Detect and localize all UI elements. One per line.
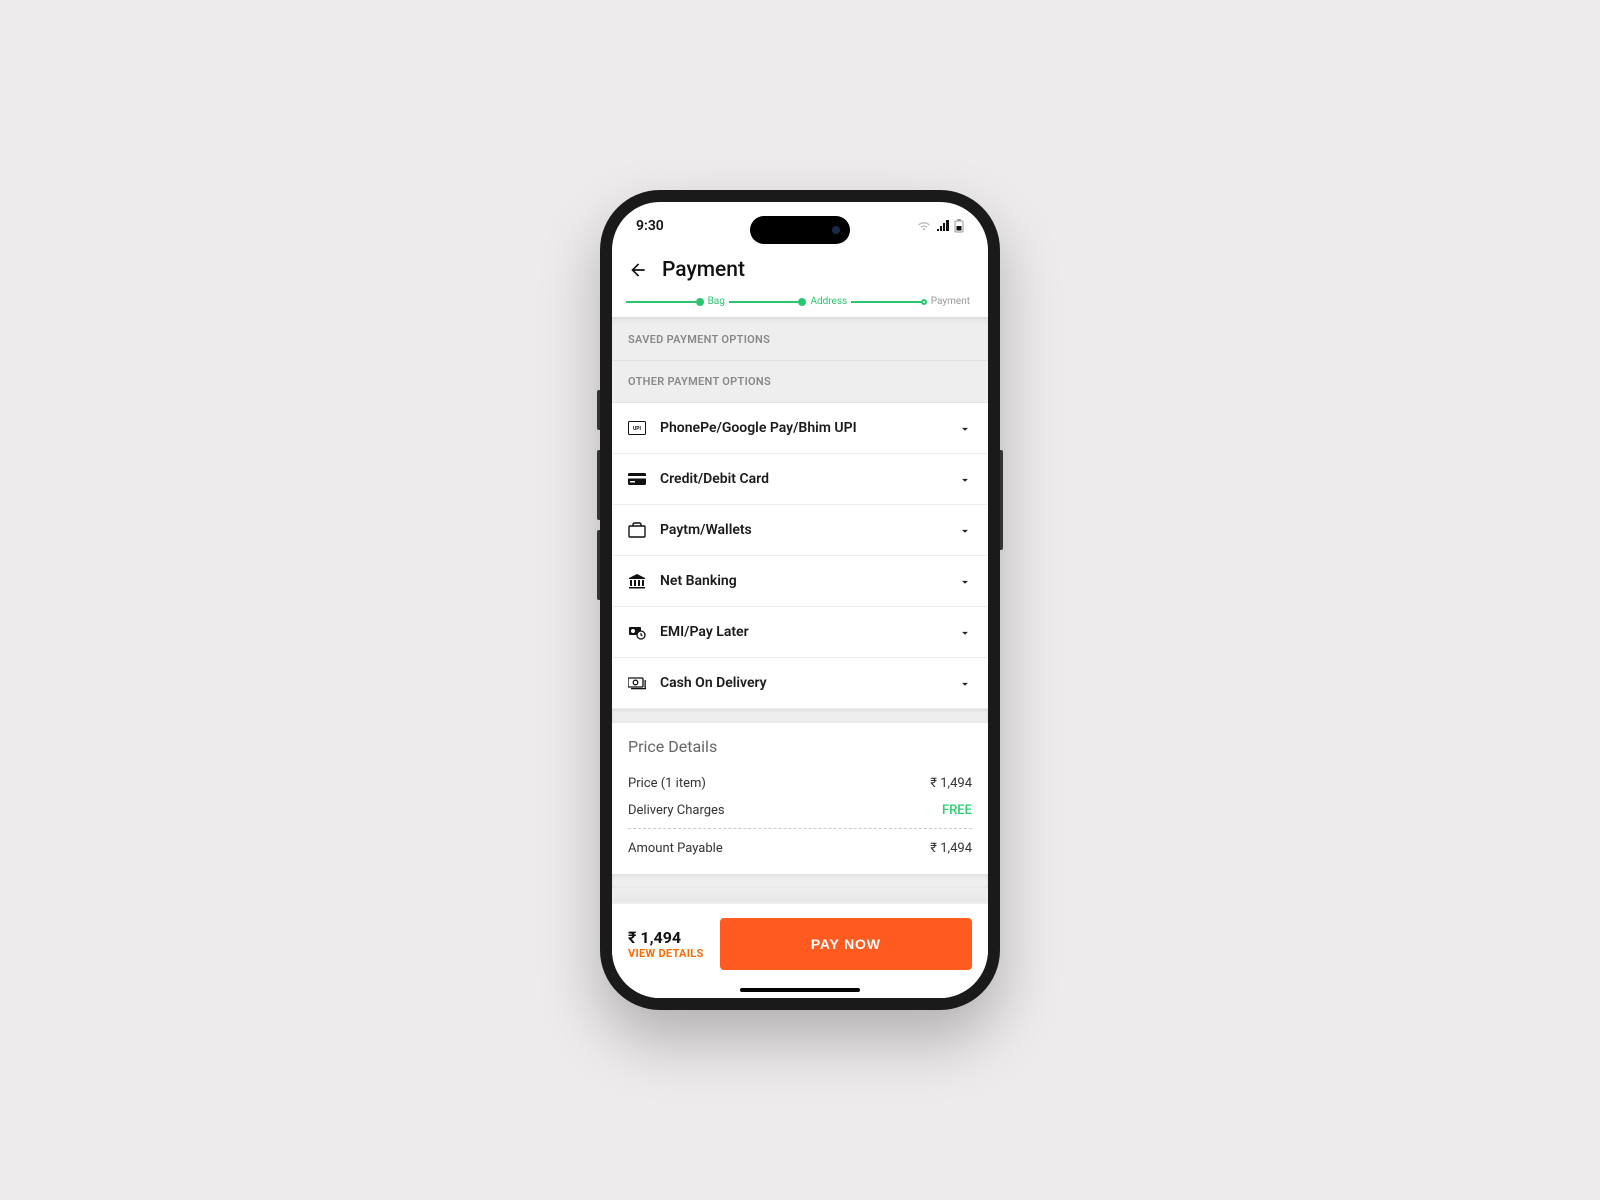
saved-options-header: SAVED PAYMENT OPTIONS xyxy=(612,317,988,361)
back-button[interactable] xyxy=(628,260,648,280)
dynamic-island xyxy=(750,216,850,244)
price-row-payable: Amount Payable ₹ 1,494 xyxy=(628,835,972,862)
emi-icon xyxy=(628,623,646,641)
option-upi[interactable]: UPI PhonePe/Google Pay/Bhim UPI xyxy=(612,403,988,454)
checkout-stepper: Bag Address Payment xyxy=(612,296,988,317)
bank-icon xyxy=(628,572,646,590)
step-label-payment: Payment xyxy=(931,296,970,307)
option-upi-label: PhonePe/Google Pay/Bhim UPI xyxy=(660,420,944,436)
pay-now-button[interactable]: PAY NOW xyxy=(720,918,972,970)
cash-icon xyxy=(628,674,646,692)
status-icons xyxy=(916,219,964,233)
svg-text:UPI: UPI xyxy=(633,426,642,432)
status-time: 9:30 xyxy=(636,218,664,234)
option-netbanking-label: Net Banking xyxy=(660,573,944,589)
delivery-value: FREE xyxy=(942,803,972,818)
chevron-down-icon xyxy=(958,676,972,690)
chevron-down-icon xyxy=(958,523,972,537)
step-dot-bag xyxy=(696,298,704,306)
phone-frame: 9:30 Payment Bag Address Payment xyxy=(600,190,1000,1010)
price-row-item: Price (1 item) ₹ 1,494 xyxy=(628,770,972,797)
step-dot-address xyxy=(798,298,806,306)
payable-value: ₹ 1,494 xyxy=(930,841,972,856)
battery-icon xyxy=(954,219,964,233)
option-emi[interactable]: EMI/Pay Later xyxy=(612,607,988,658)
option-netbanking[interactable]: Net Banking xyxy=(612,556,988,607)
option-cod-label: Cash On Delivery xyxy=(660,675,944,691)
option-wallet-label: Paytm/Wallets xyxy=(660,522,944,538)
footer-bar: ₹ 1,494 VIEW DETAILS PAY NOW xyxy=(612,902,988,998)
chevron-down-icon xyxy=(958,472,972,486)
view-details-link[interactable]: VIEW DETAILS xyxy=(628,947,704,960)
step-label-bag: Bag xyxy=(708,296,725,307)
price-row-delivery: Delivery Charges FREE xyxy=(628,797,972,829)
upi-icon: UPI xyxy=(628,419,646,437)
step-dot-payment xyxy=(921,299,927,305)
step-label-address: Address xyxy=(810,296,847,307)
option-card[interactable]: Credit/Debit Card xyxy=(612,454,988,505)
option-card-label: Credit/Debit Card xyxy=(660,471,944,487)
option-emi-label: EMI/Pay Later xyxy=(660,624,944,640)
content-scroll[interactable]: SAVED PAYMENT OPTIONS OTHER PAYMENT OPTI… xyxy=(612,317,988,902)
signal-icon xyxy=(936,220,950,232)
price-item-label: Price (1 item) xyxy=(628,776,706,791)
payable-label: Amount Payable xyxy=(628,841,723,856)
other-options-header: OTHER PAYMENT OPTIONS xyxy=(612,361,988,403)
delivery-label: Delivery Charges xyxy=(628,803,725,818)
chevron-down-icon xyxy=(958,574,972,588)
screen: 9:30 Payment Bag Address Payment xyxy=(612,202,988,998)
page-title: Payment xyxy=(662,258,745,282)
chevron-down-icon xyxy=(958,421,972,435)
footer-amount: ₹ 1,494 xyxy=(628,928,704,947)
page-header: Payment xyxy=(612,250,988,296)
arrow-left-icon xyxy=(628,260,648,280)
wallet-icon xyxy=(628,521,646,539)
card-icon xyxy=(628,470,646,488)
chevron-down-icon xyxy=(958,625,972,639)
option-wallet[interactable]: Paytm/Wallets xyxy=(612,505,988,556)
wifi-icon xyxy=(916,220,932,232)
price-item-value: ₹ 1,494 xyxy=(930,776,972,791)
price-details-title: Price Details xyxy=(628,737,972,756)
option-cod[interactable]: Cash On Delivery xyxy=(612,658,988,709)
price-details-card: Price Details Price (1 item) ₹ 1,494 Del… xyxy=(612,723,988,874)
home-indicator[interactable] xyxy=(740,988,860,992)
